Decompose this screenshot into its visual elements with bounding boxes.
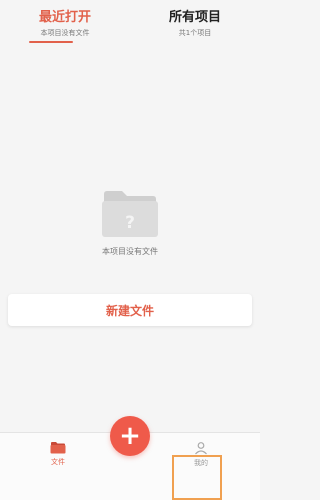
- tab-bar: 最近打开 本项目没有文件 所有项目 共1个项目: [0, 0, 260, 46]
- svg-text:?: ?: [125, 213, 135, 233]
- active-tab-indicator: [29, 41, 73, 43]
- folder-question-icon: ?: [102, 191, 158, 237]
- plus-icon: +: [119, 421, 141, 451]
- create-fab-button[interactable]: +: [110, 416, 150, 456]
- nav-item-files[interactable]: 文件: [36, 441, 80, 467]
- tab-all-projects[interactable]: 所有项目 共1个项目: [130, 0, 260, 46]
- empty-state-text: 本项目没有文件: [102, 247, 158, 256]
- new-file-button-label: 新建文件: [105, 303, 154, 318]
- empty-state: ? 本项目没有文件: [0, 186, 260, 257]
- nav-item-files-label: 文件: [51, 458, 65, 466]
- tab-all-projects-title: 所有项目: [168, 10, 221, 25]
- user-icon: [195, 442, 207, 455]
- new-file-button[interactable]: 新建文件: [8, 294, 252, 326]
- tab-recent[interactable]: 最近打开 本项目没有文件: [0, 0, 130, 46]
- highlight-box: [172, 455, 222, 500]
- tab-recent-subtitle: 本项目没有文件: [40, 29, 90, 37]
- tab-all-projects-subtitle: 共1个项目: [178, 29, 212, 37]
- folder-icon: [50, 442, 66, 454]
- tab-recent-title: 最近打开: [38, 10, 91, 25]
